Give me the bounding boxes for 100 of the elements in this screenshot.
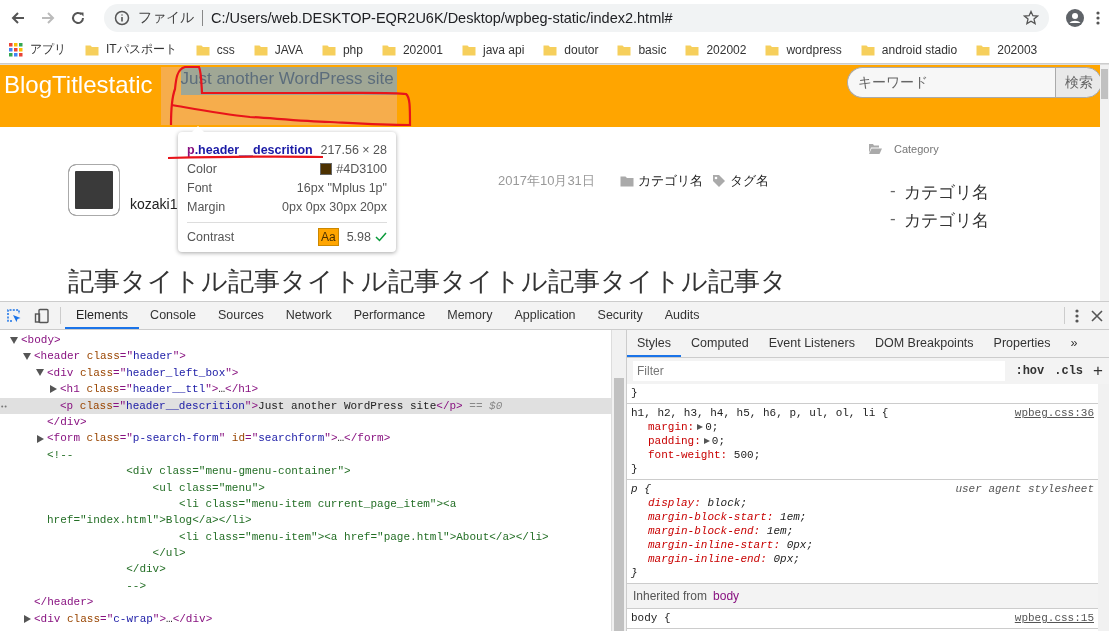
dom-comment-line[interactable]: <ul class="menu"> [0,479,611,496]
css-selector: p { [631,482,651,496]
tooltip-label: Contrast [187,229,235,244]
devtools-tab[interactable]: Elements [65,302,140,329]
property-name[interactable]: margin-inline-start: [648,538,781,552]
styles-tab[interactable]: Properties [983,330,1061,357]
dom-line[interactable]: <div class="header_left_box"> [0,364,611,382]
dom-comment-line[interactable]: href="index.html">Blog</a></li> [0,512,611,529]
info-icon[interactable] [114,10,130,26]
caret-icon[interactable] [37,434,44,443]
styles-tab[interactable]: Computed [681,330,759,357]
element-size: 217.56 × 28 [320,142,387,157]
dom-line[interactable]: <header class="header"> [0,348,611,365]
dom-comment-line[interactable]: <div class="menu-gmenu-container"> [0,463,611,480]
styles-tab[interactable]: DOM Breakpoints [864,330,984,357]
closing-brace: } [631,463,638,475]
devtools-tab[interactable]: Application [503,302,587,329]
bookmark[interactable]: wordpress [764,41,842,58]
bookmark[interactable]: basic [616,41,667,58]
color-swatch [320,162,333,175]
caret-icon[interactable] [24,614,31,623]
scrollbar[interactable] [1100,65,1109,301]
caret-icon[interactable] [10,336,18,344]
styles-tab[interactable]: Event Listeners [758,330,865,357]
toggle-button[interactable]: :hov [1015,364,1045,378]
add-rule-button[interactable]: + [1093,361,1103,381]
search-field[interactable]: キーワード [847,67,1055,98]
property-value[interactable]: 0px; [773,552,800,566]
dom-line[interactable]: <div class="c-wrap">…</div> [0,610,611,628]
post-title[interactable]: 記事タイトル記事タイトル記事タイトル記事タイトル記事タ [68,264,868,299]
dom-line[interactable]: </header> [0,594,611,611]
dom-line[interactable]: <form class="p-search-form" id="searchform">…</form> [0,430,611,447]
bookmark[interactable]: doutor [542,41,599,58]
bookmark[interactable]: ITパスポート [84,41,177,58]
bookmark[interactable]: 202001 [380,41,443,58]
dom-line[interactable]: <body> [0,332,611,349]
dom-comment-line[interactable]: <!-- [0,446,611,464]
property-value[interactable]: 500; [733,448,761,462]
bookmark[interactable]: android stadio [859,41,958,58]
property-name[interactable]: margin-block-end: [648,524,761,538]
devtools-tab[interactable]: Security [586,302,654,329]
bookmark[interactable]: 202003 [975,41,1038,58]
scrollbar[interactable] [611,330,626,631]
devtools-tab[interactable]: Performance [342,302,437,329]
property-name[interactable]: margin-inline-end: [648,552,767,566]
dom-comment-line[interactable]: </div> [0,561,611,578]
dom-line[interactable]: </div> [0,413,611,431]
tag-link[interactable]: タグ名 [729,172,769,190]
more-tabs-button[interactable]: » [1060,330,1088,357]
devtools-tab[interactable]: Sources [207,302,275,329]
property-value[interactable]: block; [707,496,748,510]
tooltip-value: 0px 0px 30px 20px [282,199,387,214]
property-value[interactable]: 0; [711,434,725,448]
account-icon[interactable] [1065,8,1085,28]
bookmark[interactable]: アプリ [8,41,66,58]
caret-icon[interactable] [36,369,44,377]
property-name[interactable]: margin: [648,420,695,434]
dom-comment-line[interactable]: <li class="menu-item"><a href="page.html">About</a></li> [0,528,611,546]
devtools-tab[interactable]: Console [139,302,207,329]
dom-comment-line[interactable]: --> [0,577,611,595]
property-value[interactable]: 1em; [766,524,794,538]
property-name[interactable]: padding: [648,434,701,448]
filter-field[interactable]: Filter [633,361,1006,381]
expand-triangle-icon[interactable] [697,424,704,430]
element-link[interactable]: body [713,589,740,603]
tooltip-label: Font [187,180,212,195]
caret-icon[interactable] [23,353,31,361]
property-value[interactable]: 1em; [780,510,807,524]
source-link[interactable]: wpbeg.css:15 [1014,611,1094,625]
menu-icon[interactable] [1095,10,1101,26]
category-link[interactable]: カテゴリ名 [637,172,703,190]
expand-triangle-icon[interactable] [703,438,710,444]
bookmark[interactable]: java api [461,41,525,58]
tooltip-label: Margin [187,199,226,214]
property-name[interactable]: margin-block-start: [648,510,774,524]
property-name[interactable]: font-weight: [648,448,728,462]
closing-brace: } [631,567,638,579]
avatar-image [68,164,120,216]
bookmark[interactable]: php [320,41,363,58]
toggle-button[interactable]: .cls [1054,364,1084,378]
devtools-tab[interactable]: Network [274,302,343,329]
url-text[interactable]: C:/Users/web.DESKTOP-EQR2U6K/Desktop/wpbeg-static/index2.html# [211,10,1015,26]
ellipsis-icon[interactable] [1,404,7,408]
property-value[interactable]: 0; [705,420,719,434]
star-icon[interactable] [1023,10,1039,26]
devtools-tab[interactable]: Memory [436,302,504,329]
bookmark[interactable]: css [194,41,235,58]
tag-icon [710,173,727,189]
category-link[interactable]: カテゴリ名 [903,181,989,204]
property-name[interactable]: display: [648,496,701,510]
bookmark[interactable]: JAVA [252,41,303,58]
address-bar[interactable]: ファイル C:/Users/web.DESKTOP-EQR2U6K/Desktop/wpbeg-static/index2.html# [104,4,1049,32]
property-value[interactable]: 0px; [786,538,814,552]
dom-comment-line[interactable]: </ul> [0,545,611,562]
category-link[interactable]: カテゴリ名 [903,209,989,232]
search-button[interactable]: 検索 [1055,67,1102,98]
devtools-tab[interactable]: Audits [653,302,711,329]
dom-comment-line[interactable]: <li class="menu-item current_page_item"><a [0,495,611,513]
bookmark[interactable]: 202002 [684,41,747,58]
source-link[interactable]: wpbeg.css:36 [1014,406,1094,420]
